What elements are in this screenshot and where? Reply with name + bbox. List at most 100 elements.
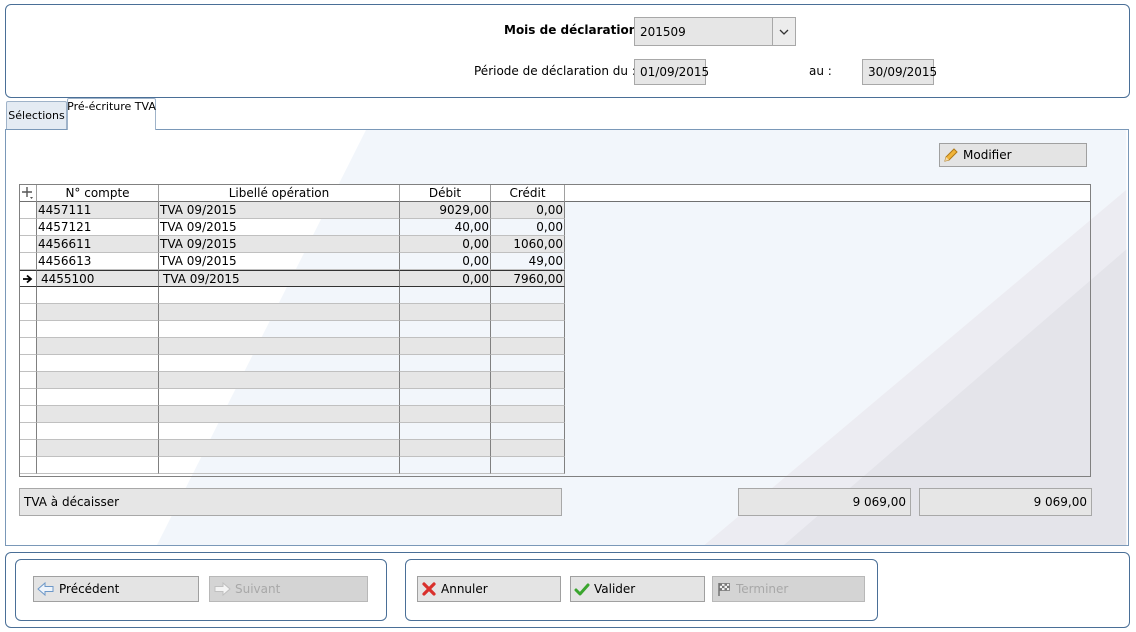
empty-table-row[interactable] [20,372,565,389]
row-indicator[interactable] [20,406,37,423]
cell-libelle[interactable]: TVA 09/2015 [159,270,400,287]
cell-debit[interactable] [400,338,491,355]
empty-table-row[interactable] [20,440,565,457]
cell-credit[interactable] [491,372,565,389]
cell-libelle[interactable] [159,423,400,440]
cell-compte[interactable]: 4457111 [37,202,159,219]
cell-libelle[interactable]: TVA 09/2015 [159,219,400,236]
mois-combobox[interactable]: 201509 [634,17,796,46]
cell-debit[interactable]: 40,00 [400,219,491,236]
row-indicator[interactable] [20,219,37,236]
cell-compte[interactable] [37,321,159,338]
row-indicator[interactable] [20,440,37,457]
cell-credit[interactable]: 7960,00 [491,270,565,287]
modifier-button[interactable]: Modifier [939,143,1087,167]
precedent-button[interactable]: Précédent [33,576,199,602]
cell-debit[interactable] [400,287,491,304]
cell-libelle[interactable]: TVA 09/2015 [159,202,400,219]
cell-credit[interactable] [491,321,565,338]
cell-debit[interactable] [400,406,491,423]
cell-debit[interactable]: 9029,00 [400,202,491,219]
cell-libelle[interactable] [159,304,400,321]
suivant-button[interactable]: Suivant [209,576,368,602]
row-indicator[interactable] [20,355,37,372]
cell-libelle[interactable] [159,287,400,304]
row-indicator[interactable] [20,338,37,355]
cell-credit[interactable] [491,423,565,440]
column-header-compte[interactable]: N° compte [37,185,159,202]
cell-compte[interactable] [37,457,159,474]
cell-credit[interactable]: 49,00 [491,253,565,270]
cell-compte[interactable] [37,440,159,457]
cell-libelle[interactable] [159,389,400,406]
cell-credit[interactable]: 0,00 [491,219,565,236]
cell-credit[interactable] [491,355,565,372]
row-indicator[interactable] [20,321,37,338]
cell-debit[interactable] [400,321,491,338]
row-indicator[interactable] [20,304,37,321]
cell-debit[interactable] [400,440,491,457]
cell-debit[interactable]: 0,00 [400,236,491,253]
cell-compte[interactable] [37,304,159,321]
cell-debit[interactable]: 0,00 [400,253,491,270]
table-row[interactable]: 4457121 TVA 09/2015 40,00 0,00 [20,219,565,236]
row-indicator[interactable] [20,389,37,406]
cell-libelle[interactable] [159,406,400,423]
annuler-button[interactable]: Annuler [417,576,561,602]
empty-table-row[interactable] [20,355,565,372]
date-to-field[interactable]: 30/09/2015 [862,59,937,85]
cell-debit[interactable] [400,304,491,321]
mois-dropdown-button[interactable] [772,18,795,45]
cell-credit[interactable] [491,406,565,423]
empty-table-row[interactable] [20,304,565,321]
cell-compte[interactable] [37,287,159,304]
cell-credit[interactable] [491,440,565,457]
terminer-button[interactable]: Terminer [712,576,865,602]
cell-debit[interactable] [400,372,491,389]
cell-libelle[interactable] [159,355,400,372]
cell-libelle[interactable] [159,338,400,355]
row-indicator[interactable] [20,270,37,287]
cell-compte[interactable] [37,372,159,389]
cell-compte[interactable]: 4456613 [37,253,159,270]
empty-table-row[interactable] [20,406,565,423]
cell-compte[interactable] [37,406,159,423]
cell-libelle[interactable] [159,372,400,389]
empty-table-row[interactable] [20,338,565,355]
empty-table-row[interactable] [20,389,565,406]
table-row[interactable]: 4455100 TVA 09/2015 0,00 7960,00 [20,270,565,287]
table-row[interactable]: 4456611 TVA 09/2015 0,00 1060,00 [20,236,565,253]
table-row[interactable]: 4456613 TVA 09/2015 0,00 49,00 [20,253,565,270]
cell-credit[interactable] [491,304,565,321]
cell-credit[interactable] [491,338,565,355]
cell-libelle[interactable]: TVA 09/2015 [159,236,400,253]
row-indicator[interactable] [20,253,37,270]
cell-compte[interactable]: 4457121 [37,219,159,236]
empty-table-row[interactable] [20,321,565,338]
cell-compte[interactable] [37,423,159,440]
cell-libelle[interactable] [159,457,400,474]
cell-debit[interactable] [400,355,491,372]
empty-table-row[interactable] [20,457,565,474]
cell-debit[interactable] [400,423,491,440]
cell-compte[interactable] [37,389,159,406]
cell-libelle[interactable] [159,321,400,338]
tab-pre-ecriture-tva[interactable]: Pré-écriture TVA [67,98,156,130]
cell-credit[interactable] [491,389,565,406]
row-indicator[interactable] [20,287,37,304]
cell-libelle[interactable] [159,440,400,457]
cell-compte[interactable]: 4455100 [37,270,159,287]
cell-credit[interactable] [491,287,565,304]
column-header-libelle[interactable]: Libellé opération [159,185,400,202]
table-row[interactable]: 4457111 TVA 09/2015 9029,00 0,00 [20,202,565,219]
cell-credit[interactable]: 1060,00 [491,236,565,253]
cell-debit[interactable] [400,389,491,406]
empty-table-row[interactable] [20,423,565,440]
cell-libelle[interactable]: TVA 09/2015 [159,253,400,270]
cell-compte[interactable] [37,338,159,355]
cell-compte[interactable]: 4456611 [37,236,159,253]
cell-debit[interactable]: 0,00 [400,270,491,287]
cell-credit[interactable] [491,457,565,474]
column-header-credit[interactable]: Crédit [491,185,565,202]
tab-selections[interactable]: Sélections [6,101,67,129]
